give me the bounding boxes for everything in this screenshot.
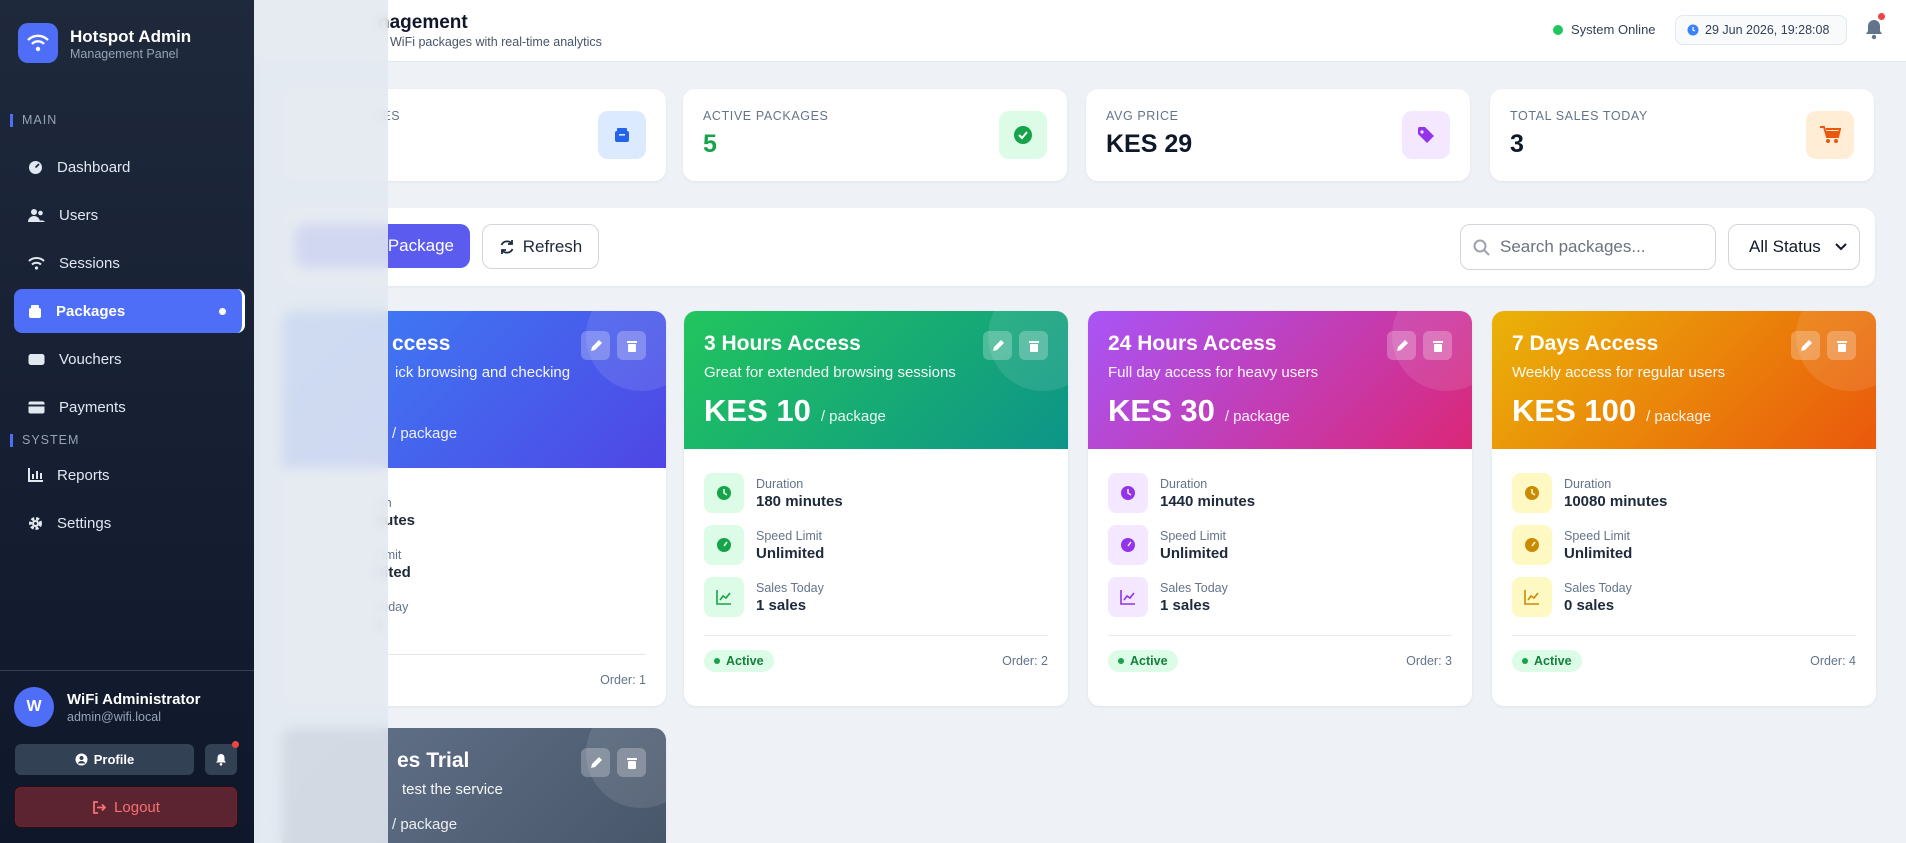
status-dot-icon — [1553, 24, 1563, 35]
sidebar: Hotspot Admin Management Panel MAIN Dash… — [0, 0, 254, 843]
sidebar-item-sessions[interactable]: Sessions — [14, 241, 245, 285]
users-icon — [28, 208, 45, 222]
delete-icon[interactable] — [1827, 331, 1856, 360]
profile-button[interactable]: Profile — [15, 744, 194, 775]
sidebar-item-vouchers[interactable]: Vouchers — [14, 337, 245, 381]
logout-icon — [93, 800, 107, 814]
chart-line-icon — [1108, 577, 1148, 617]
wifi-logo-icon — [18, 23, 58, 63]
app-name: Hotspot Admin — [70, 27, 192, 46]
package-card: 24 Hours Access Full day access for heav… — [1088, 311, 1472, 706]
search-icon — [1473, 239, 1490, 256]
bell-icon — [216, 754, 226, 766]
notification-bell-icon[interactable] — [1864, 13, 1886, 42]
logout-button[interactable]: Logout — [15, 787, 237, 827]
stat-card-avg-price: Avg Price KES 29 — [1086, 89, 1470, 181]
speedometer-icon — [1108, 525, 1148, 565]
sidebar-item-dashboard[interactable]: Dashboard — [14, 145, 245, 189]
active-indicator — [219, 307, 226, 315]
sidebar-item-users[interactable]: Users — [14, 193, 245, 237]
package-toolbar: Package Refresh Search packages... All S… — [282, 208, 1875, 286]
system-status: System Online — [1553, 22, 1656, 37]
sidebar-item-packages[interactable]: Packages — [14, 289, 245, 333]
speedometer-icon — [704, 525, 744, 565]
box-icon — [598, 111, 646, 159]
clock-icon — [1512, 473, 1552, 513]
page-subtitle: WiFi packages with real-time analytics — [390, 35, 602, 49]
app-subtitle: Management Panel — [70, 47, 179, 61]
status-badge: Active — [1512, 649, 1582, 672]
clock-icon — [1108, 473, 1148, 513]
status-badge: Active — [1108, 649, 1178, 672]
gear-icon — [29, 516, 42, 530]
search-input[interactable]: Search packages... — [1460, 224, 1716, 270]
ticket-icon — [28, 353, 45, 365]
chart-icon — [28, 468, 43, 482]
user-circle-icon — [75, 753, 88, 766]
cart-icon — [1806, 111, 1854, 159]
wifi-icon — [28, 257, 45, 270]
stat-card-active-packages: Active Packages 5 — [683, 89, 1067, 181]
section-system: SYSTEM — [10, 434, 79, 447]
notification-dot — [1878, 13, 1885, 20]
edit-icon[interactable] — [1387, 331, 1416, 360]
section-main: MAIN — [10, 114, 57, 127]
edit-icon[interactable] — [983, 331, 1012, 360]
refresh-button[interactable]: Refresh — [482, 224, 599, 269]
drawer-backdrop[interactable] — [254, 0, 388, 843]
edit-icon[interactable] — [581, 331, 610, 360]
tag-icon — [1402, 111, 1450, 159]
speedometer-icon — [1512, 525, 1552, 565]
avatar: W — [14, 687, 54, 727]
status-badge: Active — [704, 649, 774, 672]
user-name: WiFi Administrator — [67, 691, 201, 708]
user-notifications-button[interactable] — [205, 741, 239, 775]
sidebar-item-reports[interactable]: Reports — [14, 453, 245, 497]
package-card: 7 Days Access Weekly access for regular … — [1492, 311, 1876, 706]
package-card: 3 Hours Access Great for extended browsi… — [684, 311, 1068, 706]
datetime-badge: 29 Jun 2026, 19:28:08 — [1675, 15, 1847, 45]
chevron-down-icon — [1835, 243, 1847, 251]
card-icon — [28, 401, 45, 413]
box-icon — [29, 304, 41, 318]
refresh-icon — [500, 239, 514, 254]
dashboard-icon — [29, 160, 42, 174]
delete-icon[interactable] — [617, 748, 646, 777]
status-filter-select[interactable]: All Status — [1728, 224, 1860, 270]
delete-icon[interactable] — [1423, 331, 1452, 360]
user-panel: W WiFi Administrator admin@wifi.local Pr… — [0, 670, 254, 843]
edit-icon[interactable] — [1791, 331, 1820, 360]
user-email: admin@wifi.local — [67, 710, 161, 724]
delete-icon[interactable] — [1019, 331, 1048, 360]
page-title: nagement — [378, 12, 468, 33]
sidebar-item-payments[interactable]: Payments — [14, 385, 245, 429]
sidebar-item-settings[interactable]: Settings — [14, 501, 245, 545]
delete-icon[interactable] — [617, 331, 646, 360]
clock-icon — [1687, 24, 1699, 36]
check-circle-icon — [999, 111, 1047, 159]
edit-icon[interactable] — [581, 748, 610, 777]
clock-icon — [704, 473, 744, 513]
stat-card-total-sales: Total Sales Today 3 — [1490, 89, 1874, 181]
chart-line-icon — [1512, 577, 1552, 617]
chart-line-icon — [704, 577, 744, 617]
